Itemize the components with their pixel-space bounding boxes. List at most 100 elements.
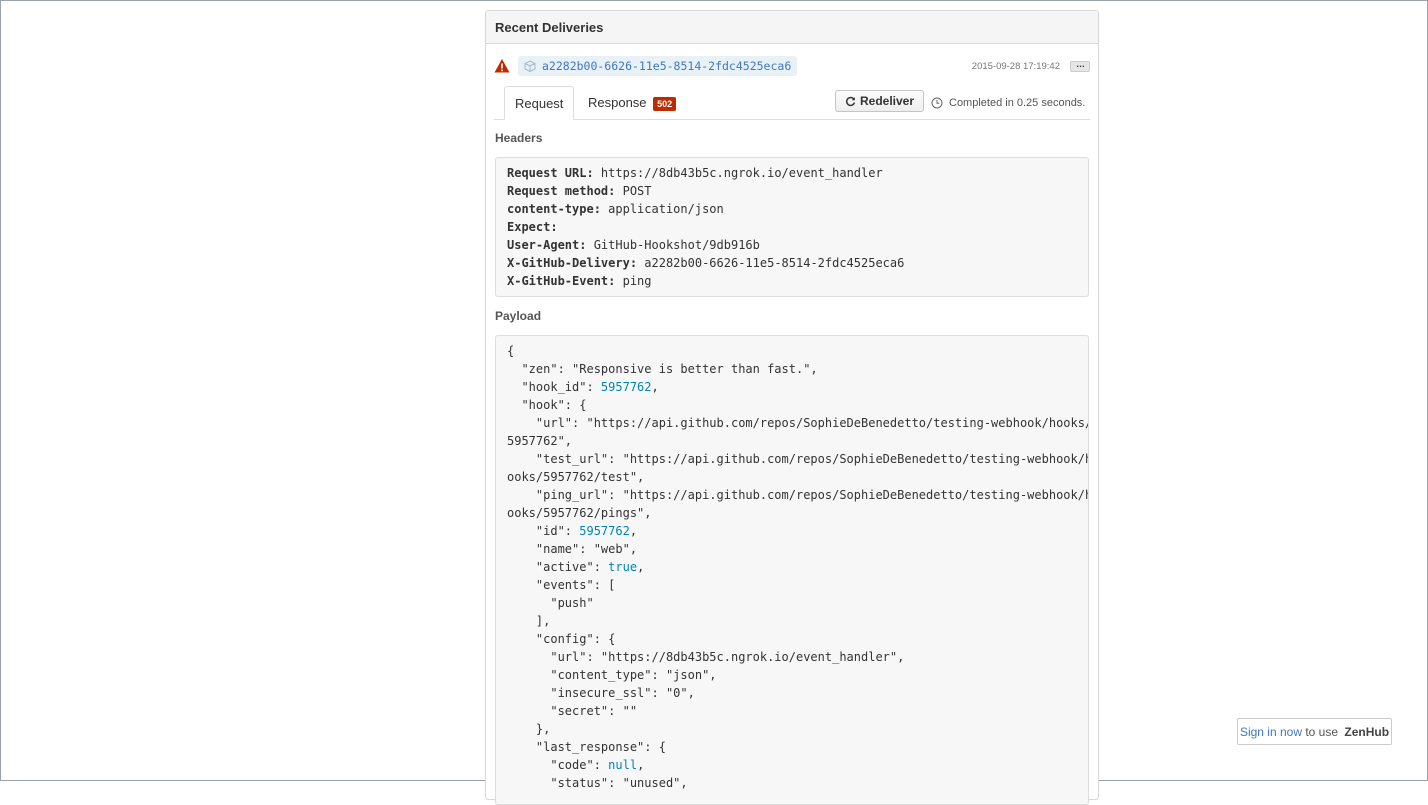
- header-value: application/json: [600, 202, 724, 216]
- payload-code-block: { "zen": "Responsive is better than fast…: [495, 335, 1089, 805]
- payload-token: "content_type": "json",: [507, 668, 717, 682]
- header-key: content-type:: [507, 202, 601, 216]
- payload-line: },: [507, 720, 1077, 738]
- payload-line: "last_response": {: [507, 738, 1077, 756]
- payload-line: "secret": "": [507, 702, 1077, 720]
- payload-line: ooks/5957762/pings",: [507, 504, 1077, 522]
- payload-token: "zen": "Responsive is better than fast."…: [507, 362, 818, 376]
- tab-request-label: Request: [515, 96, 564, 111]
- payload-token: "hook_id":: [507, 380, 601, 394]
- delivery-row[interactable]: a2282b00-6626-11e5-8514-2fdc4525eca6 201…: [494, 54, 1090, 78]
- header-value: https://8db43b5c.ngrok.io/event_handler: [593, 166, 883, 180]
- delivery-guid[interactable]: a2282b00-6626-11e5-8514-2fdc4525eca6: [542, 59, 791, 73]
- sync-icon: [846, 96, 856, 106]
- payload-line: 5957762",: [507, 432, 1077, 450]
- header-value: a2282b00-6626-11e5-8514-2fdc4525eca6: [637, 256, 905, 270]
- payload-line: "hook": {: [507, 396, 1077, 414]
- payload-line: "status": "unused",: [507, 774, 1077, 792]
- zenhub-signin-banner[interactable]: Sign in now to use ZenHub: [1237, 718, 1392, 745]
- headers-title: Headers: [495, 131, 543, 145]
- payload-line: "ping_url": "https://api.github.com/repo…: [507, 486, 1088, 504]
- package-icon: [524, 60, 536, 72]
- header-value: POST: [615, 184, 652, 198]
- payload-token: "test_url": "https://api.github.com/repo…: [507, 452, 1089, 466]
- header-key: X-GitHub-Event:: [507, 274, 616, 288]
- payload-token: ooks/5957762/test",: [507, 470, 645, 484]
- header-key: Request method:: [507, 184, 616, 198]
- payload-line: "url": "https://api.github.com/repos/Sop…: [507, 414, 1088, 432]
- redeliver-button[interactable]: Redeliver: [835, 90, 925, 112]
- payload-line: "url": "https://8db43b5c.ngrok.io/event_…: [507, 648, 1077, 666]
- payload-token: "code":: [507, 758, 609, 772]
- payload-token: "name": "web",: [507, 542, 638, 556]
- redeliver-label: Redeliver: [860, 94, 915, 108]
- payload-line: "active": true,: [507, 558, 1077, 576]
- payload-token: null: [608, 758, 638, 772]
- panel-header: Recent Deliveries: [486, 11, 1098, 44]
- tab-response-label: Response: [588, 95, 647, 110]
- payload-token: ],: [507, 614, 551, 628]
- payload-line: "content_type": "json",: [507, 666, 1077, 684]
- payload-token: "status": "unused",: [507, 776, 688, 790]
- payload-line: {: [507, 342, 1077, 360]
- header-row: Request method: POST: [507, 182, 1077, 200]
- payload-token: "active":: [507, 560, 609, 574]
- payload-token: "url": "https://api.github.com/repos/Sop…: [507, 416, 1089, 430]
- payload-token: 5957762",: [507, 434, 573, 448]
- payload-token: "ping_url": "https://api.github.com/repo…: [507, 488, 1089, 502]
- header-row: Expect:: [507, 218, 1077, 236]
- tab-response[interactable]: Response 502: [578, 86, 686, 119]
- payload-line: ],: [507, 612, 1077, 630]
- warning-icon: [494, 59, 510, 73]
- header-key: Request URL:: [507, 166, 594, 180]
- payload-token: "hook": {: [507, 398, 587, 412]
- payload-line: "push": [507, 594, 1077, 612]
- header-key: Expect:: [507, 220, 558, 234]
- payload-line: "name": "web",: [507, 540, 1077, 558]
- panel-title: Recent Deliveries: [495, 19, 604, 35]
- payload-title: Payload: [495, 309, 542, 323]
- header-row: X-GitHub-Event: ping: [507, 272, 1077, 290]
- more-button[interactable]: …: [1070, 59, 1090, 72]
- delivery-guid-link[interactable]: a2282b00-6626-11e5-8514-2fdc4525eca6: [518, 56, 798, 76]
- payload-line: "events": [: [507, 576, 1077, 594]
- payload-token: 5957762: [600, 380, 652, 394]
- payload-line: "code": null,: [507, 756, 1077, 774]
- payload-token: 5957762: [579, 524, 630, 538]
- payload-line: "zen": "Responsive is better than fast."…: [507, 360, 1077, 378]
- payload-token: ,: [637, 758, 645, 772]
- header-row: User-Agent: GitHub-Hookshot/9db916b: [507, 236, 1077, 254]
- payload-line: "hook_id": 5957762,: [507, 378, 1077, 396]
- zenhub-signin-link[interactable]: Sign in now: [1240, 725, 1302, 739]
- payload-line: "config": {: [507, 630, 1077, 648]
- payload-token: },: [507, 722, 551, 736]
- payload-line: "id": 5957762,: [507, 522, 1077, 540]
- payload-line: "insecure_ssl": "0",: [507, 684, 1077, 702]
- payload-token: ooks/5957762/pings",: [507, 506, 652, 520]
- payload-token: "url": "https://8db43b5c.ngrok.io/event_…: [507, 650, 905, 664]
- header-row: Request URL: https://8db43b5c.ngrok.io/e…: [507, 164, 1077, 182]
- payload-token: "config": {: [507, 632, 616, 646]
- recent-deliveries-panel: Recent Deliveries a2282b00-6626-11e5-851…: [485, 10, 1099, 805]
- payload-token: ,: [629, 524, 638, 538]
- header-row: content-type: application/json: [507, 200, 1077, 218]
- zenhub-brand: ZenHub: [1344, 724, 1390, 739]
- payload-token: "secret": "": [507, 704, 638, 718]
- header-row: X-GitHub-Delivery: a2282b00-6626-11e5-85…: [507, 254, 1077, 272]
- status-badge: 502: [653, 96, 677, 111]
- headers-code-block: Request URL: https://8db43b5c.ngrok.io/e…: [495, 157, 1089, 297]
- delivery-timestamp: 2015-09-28 17:19:42: [971, 60, 1060, 72]
- completed-text: Completed in 0.25 seconds.: [949, 97, 1086, 109]
- header-value: ping: [615, 274, 652, 288]
- payload-token: "last_response": {: [507, 740, 666, 754]
- payload-token: true: [608, 560, 638, 574]
- payload-token: "insecure_ssl": "0",: [507, 686, 695, 700]
- tab-request[interactable]: Request: [504, 86, 575, 120]
- payload-line: "test_url": "https://api.github.com/repo…: [507, 450, 1088, 468]
- zenhub-middle-text: to use: [1302, 724, 1342, 739]
- payload-token: "id":: [507, 524, 580, 538]
- payload-line: ooks/5957762/test",: [507, 468, 1077, 486]
- payload-token: "push": [507, 596, 594, 610]
- payload-token: "events": [: [507, 578, 616, 592]
- payload-token: {: [507, 344, 515, 358]
